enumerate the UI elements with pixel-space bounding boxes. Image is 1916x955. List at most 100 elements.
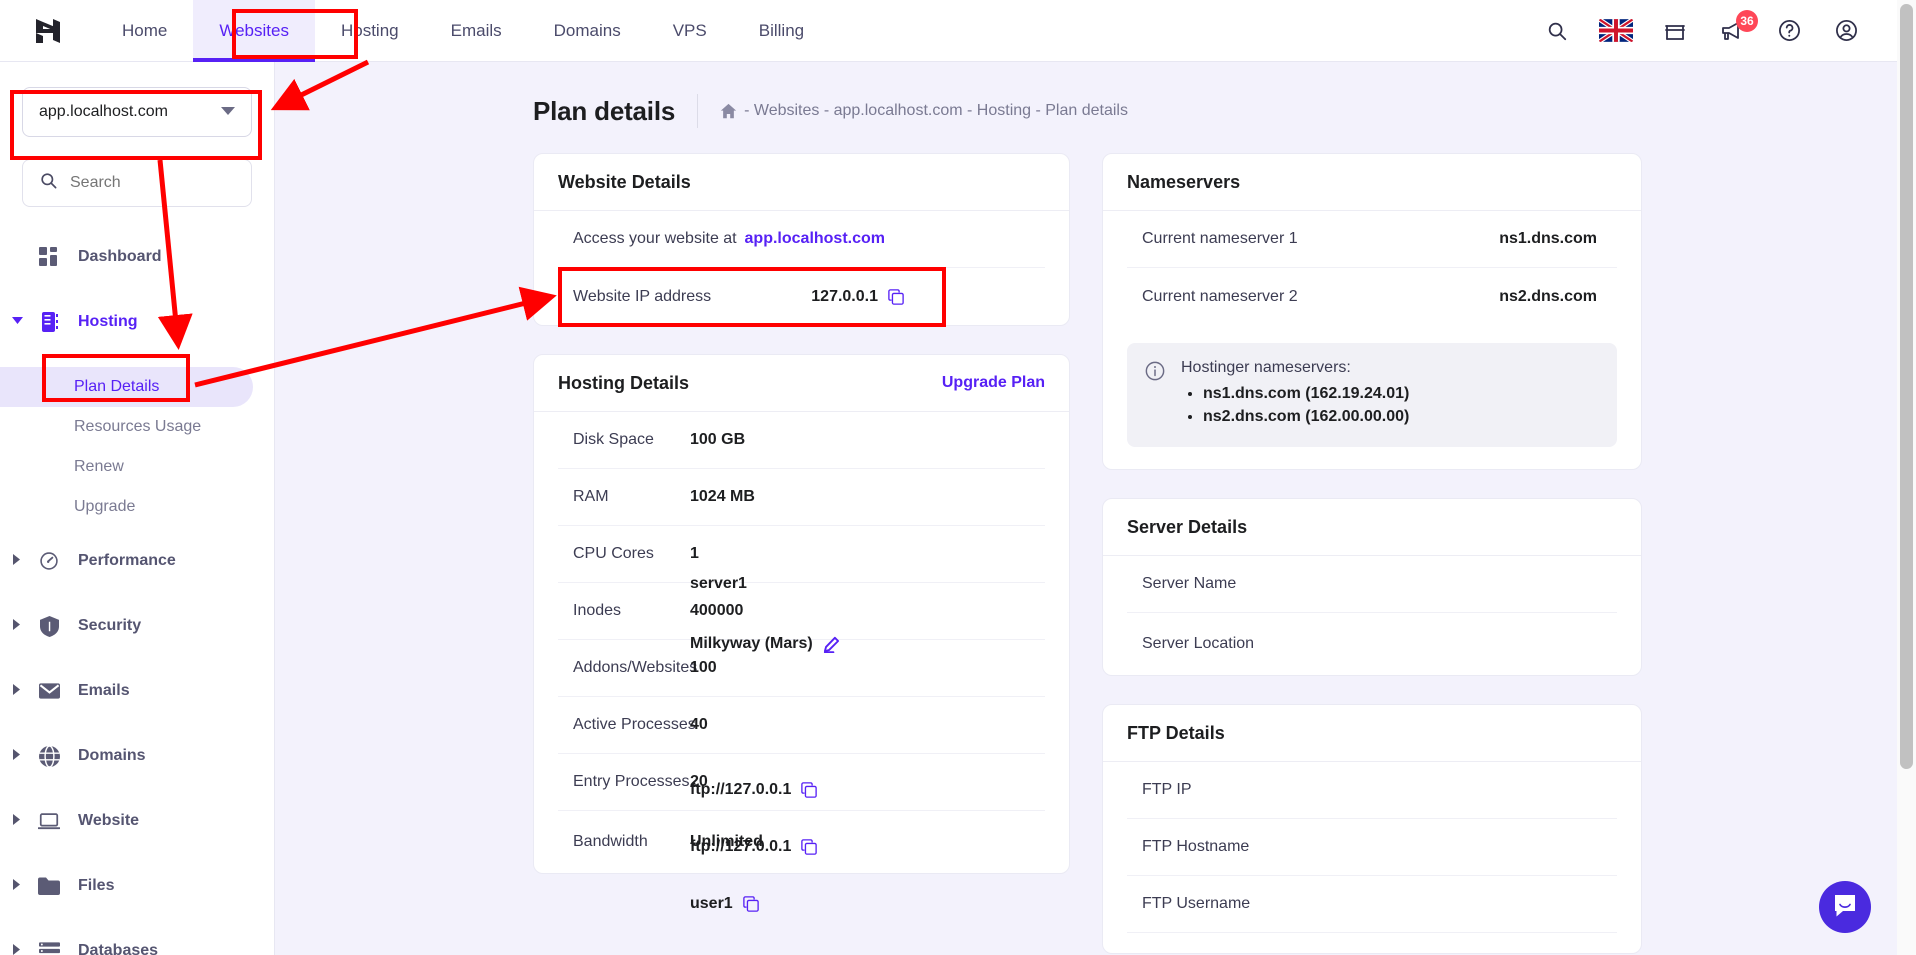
row-label: Addons/Websites [573, 659, 698, 676]
sidebar-item-emails[interactable]: Emails [0, 671, 274, 711]
table-row: CPU Cores 1 [558, 526, 1045, 583]
sidebar-item-label: Performance [78, 552, 176, 569]
row-label: FTP Username [1142, 895, 1251, 912]
nav-item-hosting[interactable]: Hosting [315, 0, 425, 62]
nav-item-emails[interactable]: Emails [425, 0, 528, 62]
left-column: Website Details Access your website at a… [533, 153, 1070, 954]
copy-icon[interactable] [801, 782, 818, 798]
sidebar-subitem-label: Renew [74, 458, 124, 475]
edit-pencil-icon[interactable] [823, 636, 840, 653]
chevron-right-icon [0, 944, 34, 955]
sidebar-subitem-renew[interactable]: Renew [0, 447, 274, 487]
help-circle-icon[interactable] [1774, 16, 1804, 46]
domain-selector-value: app.localhost.com [39, 103, 168, 120]
sidebar-subitem-plan-details[interactable]: Plan Details [0, 367, 253, 407]
hostinger-h-logo[interactable] [0, 16, 96, 46]
row-value-website-url[interactable]: app.localhost.com [745, 230, 885, 248]
chat-bubble-icon [1831, 891, 1859, 924]
megaphone-icon[interactable]: 36 [1717, 9, 1758, 46]
card-header: Website Details [534, 154, 1069, 211]
table-row: Inodes 400000 [558, 583, 1045, 640]
server-details-card: Server Details Server Name server1 Serve… [690, 498, 1642, 676]
sidebar-item-label: Emails [78, 682, 130, 699]
search-input[interactable] [70, 174, 235, 192]
account-circle-icon[interactable] [1831, 16, 1861, 46]
page-scrollbar-thumb[interactable] [1900, 4, 1913, 769]
sidebar: app.localhost.com Search Dashboard Hosti… [0, 62, 275, 955]
table-row: FTP Username user1 [690, 876, 1617, 933]
row-label: Current nameserver 2 [1142, 287, 1298, 305]
content-columns: Website Details Access your website at a… [275, 128, 1897, 954]
sidebar-subitem-label: Resources Usage [74, 418, 202, 435]
main-nav: Home Websites Hosting Emails Domains VPS… [96, 0, 830, 62]
right-column: Nameservers Current nameserver 1 ns1.dns… [690, 153, 1642, 954]
row-label: Entry Processes [573, 773, 690, 790]
sidebar-search[interactable] [22, 159, 252, 207]
sidebar-item-security[interactable]: Security [0, 606, 274, 646]
sidebar-item-label: Files [78, 877, 115, 894]
table-row: Current nameserver 2 ns2.dns.com [1127, 268, 1617, 325]
nav-item-home[interactable]: Home [96, 0, 193, 62]
nav-item-billing[interactable]: Billing [733, 0, 830, 62]
domain-selector[interactable]: app.localhost.com [22, 87, 252, 137]
grid-icon [34, 247, 64, 267]
sidebar-subitem-label: Plan Details [74, 378, 160, 395]
row-value-group: Milkyway (Mars) [690, 635, 840, 653]
info-circle-icon [1145, 361, 1167, 431]
card-body: Current nameserver 1 ns1.dns.com Current… [1103, 211, 1641, 447]
card-header: FTP Details [1103, 705, 1641, 762]
row-label: FTP IP [1142, 781, 1192, 798]
row-value: user1 [690, 895, 733, 912]
topbar-actions: 36 [1542, 9, 1897, 46]
row-value: 100 GB [690, 431, 746, 448]
website-details-card: Website Details Access your website at a… [533, 153, 1070, 326]
copy-icon[interactable] [742, 896, 759, 912]
sidebar-item-website[interactable]: Website [0, 801, 274, 841]
chat-widget-button[interactable] [1819, 881, 1871, 933]
chevron-right-icon [0, 749, 34, 763]
sidebar-item-dashboard[interactable]: Dashboard [0, 237, 274, 277]
info-box-title: Hostinger nameservers: [1181, 359, 1351, 376]
search-icon[interactable] [1542, 16, 1572, 46]
sidebar-item-files[interactable]: Files [0, 866, 274, 906]
copy-icon[interactable] [888, 288, 904, 305]
nav-label: Home [122, 20, 168, 40]
row-value: server1 [690, 575, 747, 592]
row-label: Website IP address [573, 287, 712, 305]
card-title: Nameservers [1127, 171, 1241, 192]
row-value: ns2.dns.com [1499, 287, 1597, 305]
chevron-right-icon [0, 554, 34, 568]
chevron-right-icon [0, 879, 34, 893]
card-body: Access your website at app.localhost.com… [534, 211, 1069, 325]
nav-item-websites[interactable]: Websites [193, 0, 315, 62]
row-value: Milkyway (Mars) [690, 635, 813, 652]
row-label: CPU Cores [573, 545, 654, 562]
row-label: RAM [573, 488, 609, 505]
envelope-icon [34, 683, 64, 699]
home-icon[interactable] [720, 103, 737, 120]
sidebar-item-hosting[interactable]: Hosting [0, 302, 274, 342]
store-icon[interactable] [1660, 16, 1690, 46]
table-row: Website IP address 127.0.0.1 [558, 268, 1045, 325]
uk-flag-icon[interactable] [1599, 19, 1633, 42]
list-item: ns2.dns.com (162.00.00.00) [1203, 408, 1409, 426]
sidebar-item-performance[interactable]: Performance [0, 541, 274, 581]
sidebar-subitem-upgrade[interactable]: Upgrade [0, 487, 274, 527]
sidebar-item-label: Databases [78, 942, 159, 955]
upgrade-plan-button[interactable]: Upgrade Plan [942, 374, 1045, 392]
copy-icon[interactable] [801, 839, 818, 855]
announcements-badge: 36 [1736, 9, 1758, 32]
folder-icon [34, 877, 64, 895]
row-value: ns1.dns.com [1499, 230, 1597, 247]
sidebar-item-domains[interactable]: Domains [0, 736, 274, 776]
breadcrumb[interactable]: - Websites - app.localhost.com - Hosting… [720, 102, 1128, 120]
server-icon [34, 312, 64, 332]
sidebar-item-databases[interactable]: Databases [0, 931, 274, 955]
row-value-group: user1 [690, 895, 759, 913]
sidebar-subitem-resources-usage[interactable]: Resources Usage [0, 407, 274, 447]
table-row: FTP Hostname ftp://127.0.0.1 [690, 819, 1617, 876]
nav-item-domains[interactable]: Domains [528, 0, 647, 62]
row-value-group: ftp://127.0.0.1 [690, 781, 818, 799]
page-scrollbar-track[interactable] [1897, 0, 1916, 955]
nav-item-vps[interactable]: VPS [647, 0, 733, 62]
